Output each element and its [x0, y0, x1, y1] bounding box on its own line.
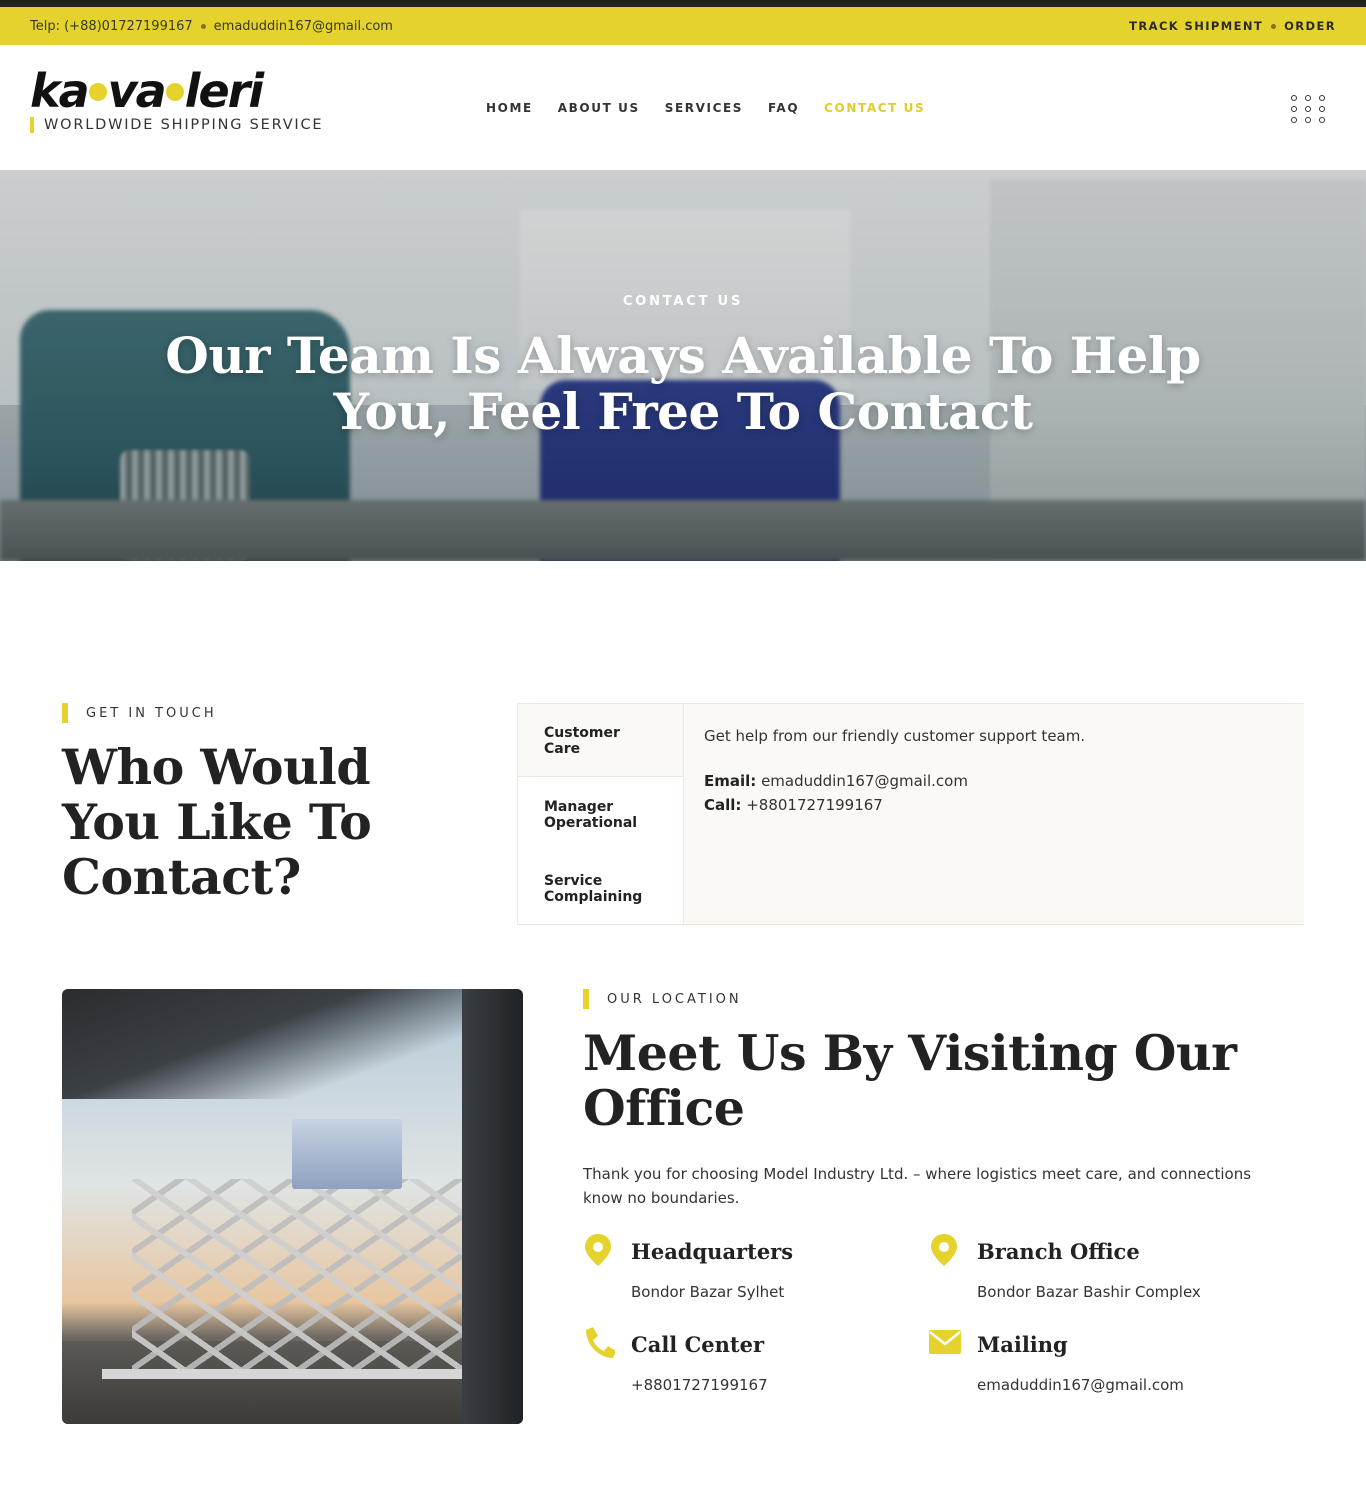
main-nav: HOME ABOUT US SERVICES FAQ CONTACT US — [486, 101, 925, 115]
contact-eyebrow: GET IN TOUCH — [62, 703, 442, 723]
hero-eyebrow: CONTACT US — [622, 294, 744, 309]
site-header: ka va leri WORLDWIDE SHIPPING SERVICE HOME… — [0, 45, 1366, 170]
tab-panel-customer-care: Get help from our friendly customer supp… — [683, 704, 1304, 924]
logo-text-part: va — [107, 64, 167, 118]
tab-service-complaining[interactable]: Service Complaining — [518, 852, 683, 925]
top-bar-links: TRACK SHIPMENT ORDER — [1129, 19, 1336, 33]
hero-title: Our Team Is Always Available To Help You… — [165, 326, 1201, 441]
photo-scissor-lift — [132, 1179, 462, 1369]
contact-heading: GET IN TOUCH Who Would You Like To Conta… — [62, 703, 442, 905]
map-pin-icon — [585, 1234, 611, 1266]
nav-contact-us[interactable]: CONTACT US — [824, 101, 925, 115]
nav-home[interactable]: HOME — [486, 101, 533, 115]
logo[interactable]: ka va leri WORLDWIDE SHIPPING SERVICE — [30, 67, 323, 133]
logo-text-part: leri — [184, 64, 264, 118]
contact-title: Who Would You Like To Contact? — [62, 738, 372, 906]
panel-call-value[interactable]: +8801727199167 — [746, 796, 883, 814]
panel-call-line: Call: +8801727199167 — [704, 793, 1284, 817]
tab-list: Customer Care Manager Operational Servic… — [518, 704, 683, 924]
nav-about-us[interactable]: ABOUT US — [558, 101, 640, 115]
info-title: Branch Office — [977, 1239, 1140, 1264]
separator-dot — [1271, 23, 1277, 29]
top-bar-contact: Telp: (+88)01727199167 emaduddin167@gmai… — [30, 19, 393, 34]
separator-dot — [200, 23, 206, 29]
logo-wordmark: ka va leri — [30, 67, 323, 115]
logo-text-part: ka — [30, 64, 90, 118]
tab-manager-operational[interactable]: Manager Operational — [518, 778, 683, 851]
location-eyebrow: OUR LOCATION — [583, 989, 1303, 1009]
location-section: OUR LOCATION Meet Us By Visiting Our Off… — [583, 989, 1303, 1210]
map-pin-icon — [931, 1234, 957, 1266]
info-value[interactable]: +8801727199167 — [631, 1376, 768, 1394]
photo-cargo — [292, 1119, 402, 1189]
tab-customer-care[interactable]: Customer Care — [518, 704, 683, 777]
eyebrow-text: GET IN TOUCH — [86, 705, 217, 721]
photo-plane-fuselage — [462, 989, 523, 1424]
info-value[interactable]: emaduddin167@gmail.com — [977, 1376, 1184, 1394]
info-value: Bondor Bazar Sylhet — [631, 1283, 785, 1301]
phone-icon — [586, 1327, 615, 1358]
eyebrow-text: OUR LOCATION — [607, 991, 742, 1007]
panel-email-line: Email: emaduddin167@gmail.com — [704, 769, 1284, 793]
hero-banner: CONTACT US Our Team Is Always Available … — [0, 170, 1366, 561]
eyebrow-accent-bar — [62, 703, 68, 723]
panel-call-label: Call: — [704, 796, 742, 814]
info-title: Mailing — [977, 1332, 1068, 1357]
panel-intro: Get help from our friendly customer supp… — [704, 727, 1086, 745]
location-title: Meet Us By Visiting Our Office — [583, 1024, 1237, 1137]
grid-menu-icon[interactable] — [1291, 95, 1325, 123]
envelope-icon — [929, 1330, 961, 1354]
photo-lift-deck — [102, 1369, 482, 1379]
order-link[interactable]: ORDER — [1284, 19, 1336, 33]
logo-tagline: WORLDWIDE SHIPPING SERVICE — [30, 117, 323, 133]
location-text: Thank you for choosing Model Industry Lt… — [583, 1165, 1252, 1207]
info-title: Headquarters — [631, 1239, 794, 1264]
logo-dot-icon — [88, 82, 107, 101]
track-shipment-link[interactable]: TRACK SHIPMENT — [1129, 19, 1263, 33]
top-bar-phone: Telp: (+88)01727199167 — [30, 18, 193, 34]
top-dark-strip — [0, 0, 1366, 7]
cargo-loading-photo — [62, 989, 523, 1424]
nav-services[interactable]: SERVICES — [665, 101, 743, 115]
top-bar-email: emaduddin167@gmail.com — [213, 18, 393, 34]
tagline-text: WORLDWIDE SHIPPING SERVICE — [44, 117, 324, 133]
eyebrow-accent-bar — [583, 989, 589, 1009]
info-title: Call Center — [631, 1332, 765, 1357]
nav-faq[interactable]: FAQ — [768, 101, 799, 115]
top-bar: Telp: (+88)01727199167 emaduddin167@gmai… — [0, 7, 1366, 45]
panel-email-label: Email: — [704, 772, 757, 790]
panel-email-value[interactable]: emaduddin167@gmail.com — [761, 772, 968, 790]
contact-tabs: Customer Care Manager Operational Servic… — [517, 703, 1304, 925]
logo-dot-icon — [165, 82, 184, 101]
info-value: Bondor Bazar Bashir Complex — [977, 1283, 1201, 1301]
tagline-accent-bar — [30, 117, 34, 133]
photo-plane-wing — [62, 989, 523, 1099]
